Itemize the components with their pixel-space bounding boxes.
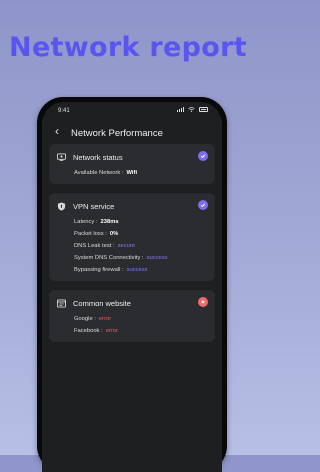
page-headline: Network report <box>9 32 247 63</box>
card-vpn-service: VPN service Latency :238ms Packet loss :… <box>49 193 215 281</box>
info-row: System DNS Connectivity : success <box>57 252 207 264</box>
row-value: error <box>98 316 112 322</box>
status-icons <box>177 107 208 112</box>
wifi-icon <box>188 107 195 112</box>
phone-screen: 9:41 ‹ Network Performance Network statu… <box>42 102 222 472</box>
row-label: Bypassing firewall : <box>74 267 124 273</box>
status-time: 9:41 <box>58 108 70 114</box>
info-row: Facebook : error <box>57 325 207 337</box>
row-label: Facebook : <box>74 328 103 334</box>
nav-title: Network Performance <box>71 128 163 139</box>
row-value: success <box>146 255 168 261</box>
row-label: Packet loss : <box>74 231 107 237</box>
nav-bar: ‹ Network Performance <box>42 122 222 144</box>
phone-frame: 9:41 ‹ Network Performance Network statu… <box>37 97 227 472</box>
info-row: Packet loss :0% <box>57 228 207 240</box>
row-value: Wifi <box>126 170 138 176</box>
shield-icon <box>57 202 66 211</box>
row-label: Available Network : <box>74 170 124 176</box>
card-title: Network status <box>73 152 123 162</box>
signal-icon <box>177 107 184 112</box>
info-row: Google : error <box>57 313 207 325</box>
row-label: DNS Leak test : <box>74 243 115 249</box>
card-header: Network status <box>57 152 207 162</box>
card-network-status: Network status Available Network : Wifi <box>49 144 215 184</box>
info-row: Latency :238ms <box>57 216 207 228</box>
row-value: success <box>126 267 148 273</box>
card-common-website: Common website Google : error Facebook :e… <box>49 290 215 342</box>
row-label: Google : <box>74 316 96 322</box>
info-row: Available Network : Wifi <box>57 167 207 179</box>
row-value: error <box>105 328 118 334</box>
status-bar: 9:41 <box>42 102 222 118</box>
error-icon <box>198 297 208 307</box>
row-label: System DNS Connectivity : <box>74 255 144 261</box>
row-value: 238ms <box>100 219 119 225</box>
card-title: VPN service <box>73 201 115 211</box>
network-icon <box>57 152 66 161</box>
check-icon <box>198 200 208 210</box>
battery-icon <box>199 107 208 112</box>
info-row: Bypassing firewall : success <box>57 264 207 276</box>
info-row: DNS Leak test : secure <box>57 240 207 252</box>
check-icon <box>198 151 208 161</box>
card-title: Common website <box>73 298 131 308</box>
globe-icon <box>57 298 66 308</box>
row-label: Latency : <box>74 219 98 225</box>
card-header: VPN service <box>57 201 207 211</box>
row-value: 0% <box>109 231 119 237</box>
chevron-left-icon[interactable]: ‹ <box>55 125 59 137</box>
row-value: secure <box>117 243 136 249</box>
card-header: Common website <box>57 298 207 308</box>
